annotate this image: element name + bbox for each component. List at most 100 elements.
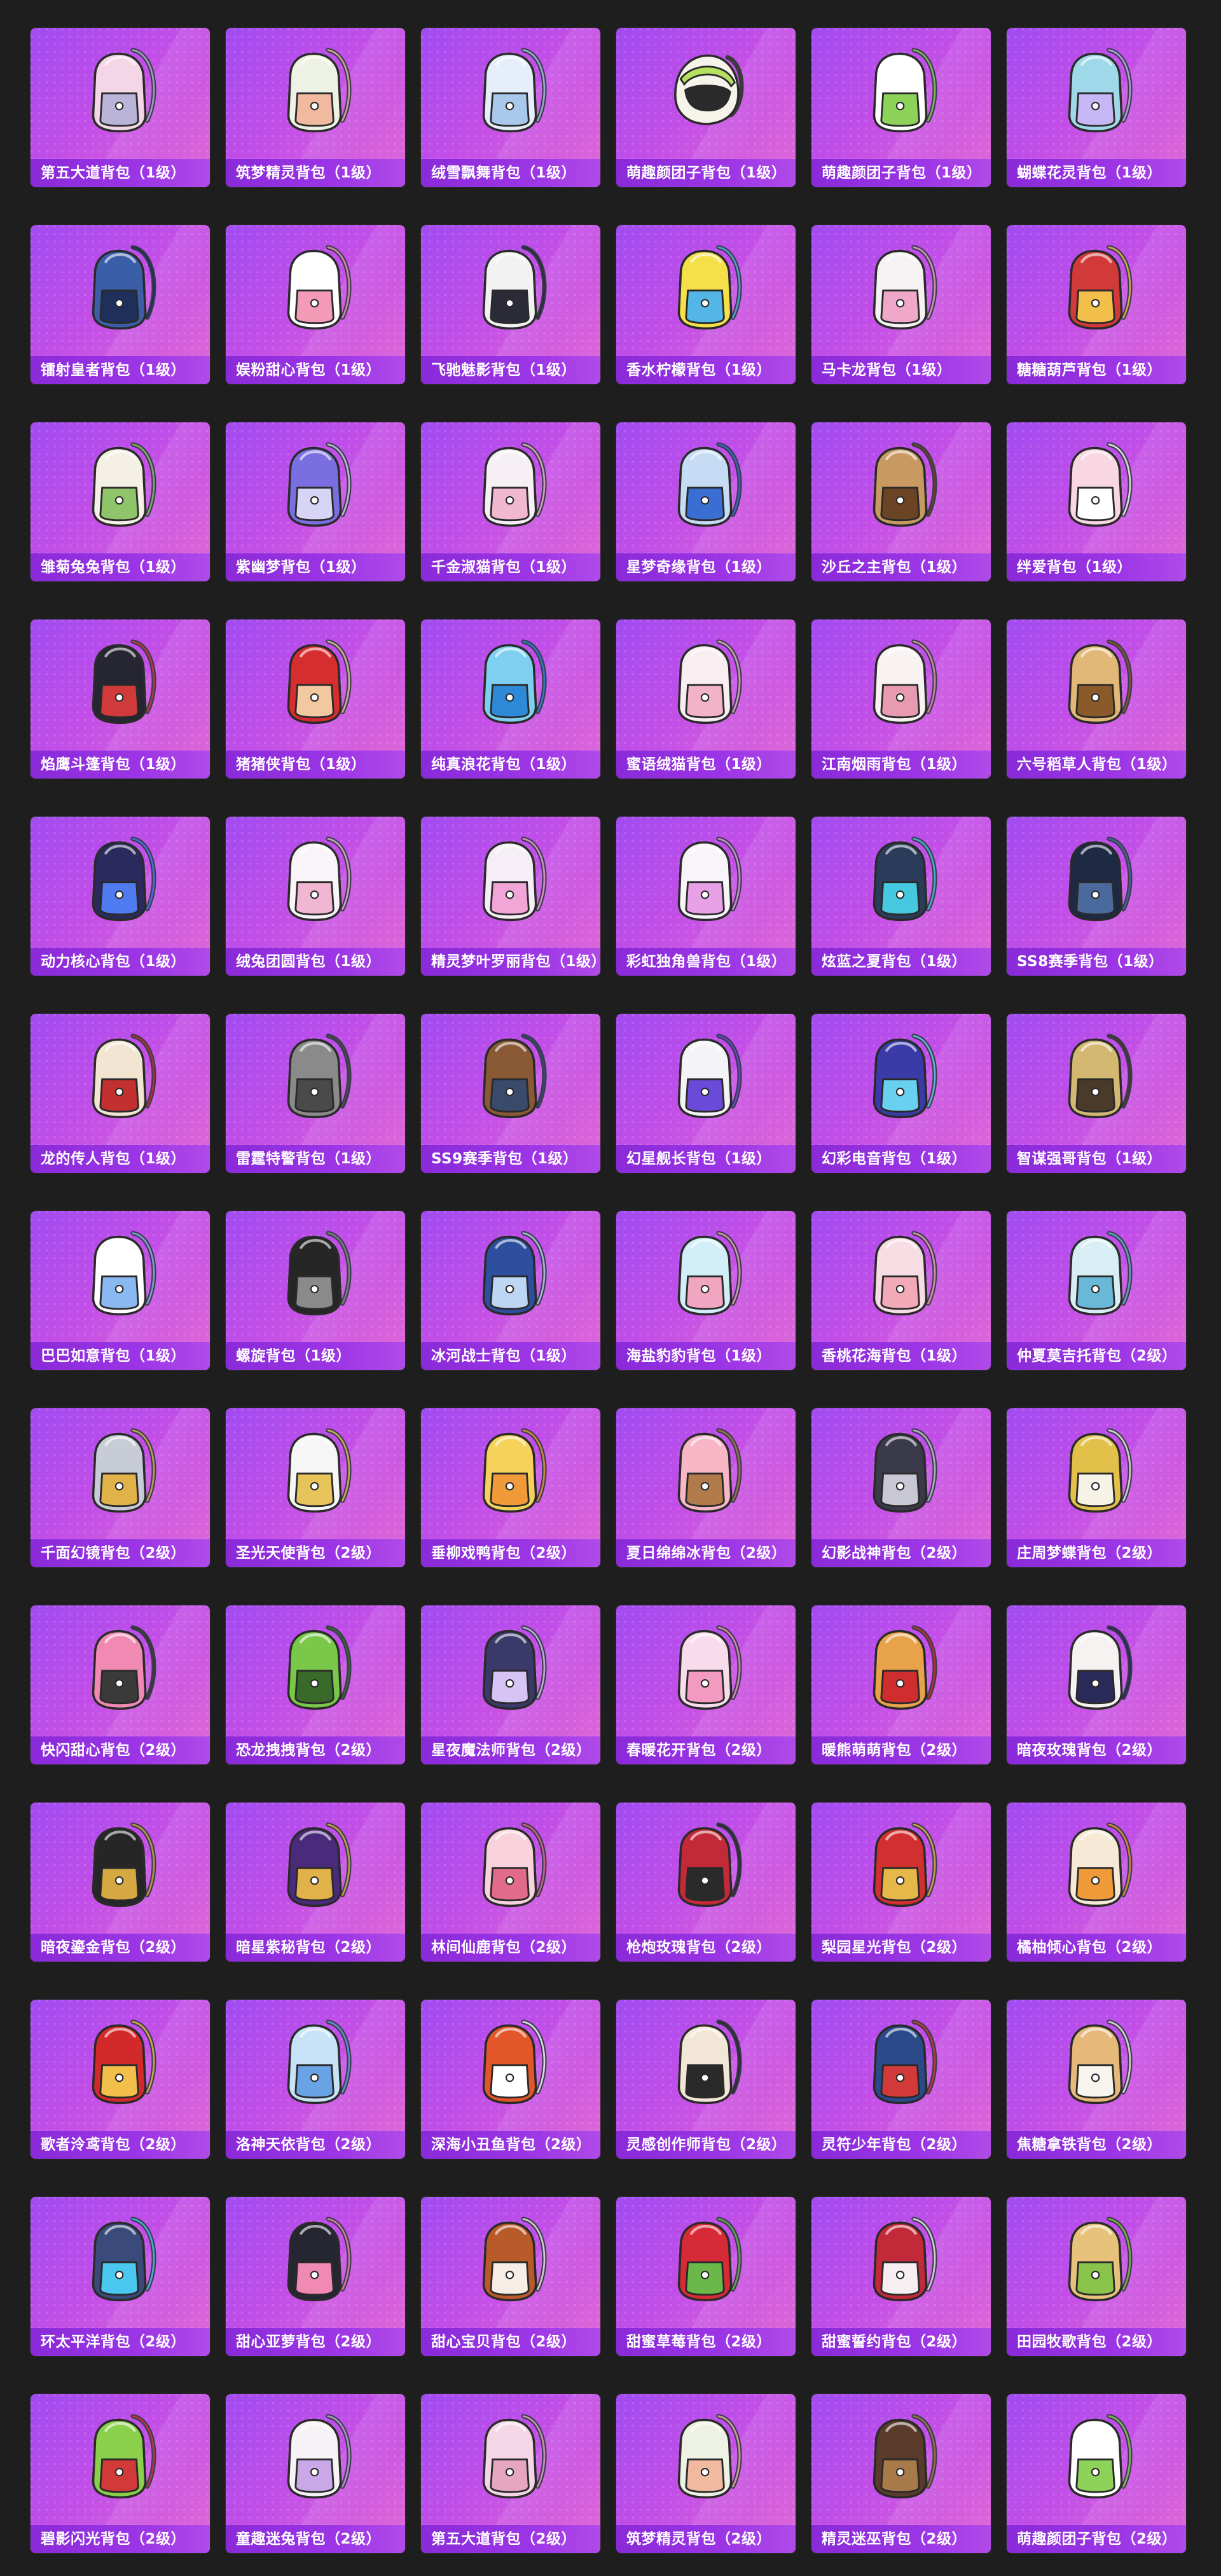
backpack-card[interactable]: 娱粉甜心背包（1级） — [226, 225, 405, 384]
backpack-card[interactable]: 甜蜜誓约背包（2级） — [811, 2197, 991, 2356]
backpack-icon — [92, 639, 156, 724]
backpack-card[interactable]: 暗夜鎏金背包（2级） — [31, 1803, 210, 1962]
backpack-card[interactable]: 绒兔团圆背包（1级） — [226, 817, 405, 976]
backpack-card[interactable]: 夏日绵绵冰背包（2级） — [616, 1408, 796, 1567]
backpack-card[interactable]: 深海小丑鱼背包（2级） — [421, 2000, 600, 2159]
backpack-card[interactable]: 第五大道背包（1级） — [31, 28, 210, 187]
backpack-grid: 第五大道背包（1级） 筑梦精灵背包（1级） 绒雪飘舞背包（1级） 萌趣颜团子背包… — [31, 28, 1186, 2553]
backpack-card[interactable]: 绒雪飘舞背包（1级） — [421, 28, 600, 187]
backpack-icon — [92, 1034, 156, 1119]
backpack-card[interactable]: 橘柚倾心背包（2级） — [1007, 1803, 1186, 1962]
backpack-card[interactable]: 糖糖葫芦背包（1级） — [1007, 225, 1186, 384]
backpack-card[interactable]: 炫蓝之夏背包（1级） — [811, 817, 991, 976]
backpack-card[interactable]: 蝴蝶花灵背包（1级） — [1007, 28, 1186, 187]
backpack-card[interactable]: 圣光天使背包（2级） — [226, 1408, 405, 1567]
backpack-card[interactable]: 暗星紫秘背包（2级） — [226, 1803, 405, 1962]
backpack-card[interactable]: 洛神天依背包（2级） — [226, 2000, 405, 2159]
backpack-card[interactable]: 星夜魔法师背包（2级） — [421, 1605, 600, 1764]
backpack-card[interactable]: SS8赛季背包（1级） — [1007, 817, 1186, 976]
backpack-icon — [873, 1428, 937, 1513]
backpack-card[interactable]: 灵感创作师背包（2级） — [616, 2000, 796, 2159]
backpack-card[interactable]: 精灵迷巫背包（2级） — [811, 2394, 991, 2553]
backpack-card[interactable]: 仲夏莫吉托背包（2级） — [1007, 1211, 1186, 1370]
backpack-card[interactable]: 筑梦精灵背包（2级） — [616, 2394, 796, 2553]
backpack-card[interactable]: 千金淑猫背包（1级） — [421, 422, 600, 581]
backpack-card[interactable]: 海盐豹豹背包（1级） — [616, 1211, 796, 1370]
backpack-card[interactable]: 筑梦精灵背包（1级） — [226, 28, 405, 187]
backpack-card[interactable]: 幻影战神背包（2级） — [811, 1408, 991, 1567]
backpack-card[interactable]: 垂柳戏鸭背包（2级） — [421, 1408, 600, 1567]
backpack-card[interactable]: 甜心亚萝背包（2级） — [226, 2197, 405, 2356]
backpack-card[interactable]: 冰河战士背包（1级） — [421, 1211, 600, 1370]
backpack-card[interactable]: 焦糖拿铁背包（2级） — [1007, 2000, 1186, 2159]
backpack-card[interactable]: 焰鹰斗篷背包（1级） — [31, 620, 210, 779]
backpack-card[interactable]: 千面幻镜背包（2级） — [31, 1408, 210, 1567]
backpack-card[interactable]: 梨园星光背包（2级） — [811, 1803, 991, 1962]
backpack-card[interactable]: 甜蜜草莓背包（2级） — [616, 2197, 796, 2356]
backpack-name: 梨园星光背包（2级） — [811, 1934, 991, 1962]
backpack-card[interactable]: 六号稻草人背包（1级） — [1007, 620, 1186, 779]
backpack-card[interactable]: 智谋强哥背包（1级） — [1007, 1014, 1186, 1173]
backpack-card[interactable]: 江南烟雨背包（1级） — [811, 620, 991, 779]
backpack-card[interactable]: 雏菊兔兔背包（1级） — [31, 422, 210, 581]
backpack-card[interactable]: 精灵梦叶罗丽背包（1级） — [421, 817, 600, 976]
backpack-card[interactable]: 恐龙拽拽背包（2级） — [226, 1605, 405, 1764]
backpack-card[interactable]: 飞驰魅影背包（1级） — [421, 225, 600, 384]
backpack-card[interactable]: 灵符少年背包（2级） — [811, 2000, 991, 2159]
backpack-image — [226, 1809, 405, 1923]
backpack-card[interactable]: 快闪甜心背包（2级） — [31, 1605, 210, 1764]
backpack-card[interactable]: 田园牧歌背包（2级） — [1007, 2197, 1186, 2356]
backpack-card[interactable]: 枪炮玫瑰背包（2级） — [616, 1803, 796, 1962]
backpack-card[interactable]: 纯真浪花背包（1级） — [421, 620, 600, 779]
backpack-card[interactable]: 猪猪侠背包（1级） — [226, 620, 405, 779]
backpack-card[interactable]: 萌趣颜团子背包（1级） — [616, 28, 796, 187]
backpack-icon — [287, 836, 352, 922]
backpack-icon — [287, 1034, 352, 1119]
backpack-card[interactable]: 庄周梦蝶背包（2级） — [1007, 1408, 1186, 1567]
backpack-image — [616, 1809, 796, 1923]
backpack-card[interactable]: 雷霆特警背包（1级） — [226, 1014, 405, 1173]
backpack-image — [31, 2400, 210, 2515]
backpack-card[interactable]: 碧影闪光背包（2级） — [31, 2394, 210, 2553]
backpack-card[interactable]: 林间仙鹿背包（2级） — [421, 1803, 600, 1962]
backpack-card[interactable]: 镭射皇者背包（1级） — [31, 225, 210, 384]
backpack-image — [226, 626, 405, 740]
backpack-card[interactable]: 马卡龙背包（1级） — [811, 225, 991, 384]
backpack-card[interactable]: 香水柠檬背包（1级） — [616, 225, 796, 384]
backpack-card[interactable]: 第五大道背包（2级） — [421, 2394, 600, 2553]
backpack-card[interactable]: 动力核心背包（1级） — [31, 817, 210, 976]
backpack-card[interactable]: 蜜语绒猫背包（1级） — [616, 620, 796, 779]
backpack-image — [31, 1020, 210, 1135]
backpack-card[interactable]: 彩虹独角兽背包（1级） — [616, 817, 796, 976]
backpack-icon — [677, 1822, 742, 1908]
backpack-image — [1007, 1217, 1186, 1332]
backpack-card[interactable]: 萌趣颜团子背包（2级） — [1007, 2394, 1186, 2553]
backpack-name: 幻星舰长背包（1级） — [616, 1145, 796, 1173]
backpack-image — [811, 823, 991, 938]
backpack-card[interactable]: 龙的传人背包（1级） — [31, 1014, 210, 1173]
backpack-card[interactable]: 螺旋背包（1级） — [226, 1211, 405, 1370]
backpack-card[interactable]: 甜心宝贝背包（2级） — [421, 2197, 600, 2356]
backpack-card[interactable]: 幻彩电音背包（1级） — [811, 1014, 991, 1173]
backpack-card[interactable]: 童趣迷兔背包（2级） — [226, 2394, 405, 2553]
backpack-image — [226, 1020, 405, 1135]
backpack-card[interactable]: 暗夜玫瑰背包（2级） — [1007, 1605, 1186, 1764]
backpack-card[interactable]: 春暖花开背包（2级） — [616, 1605, 796, 1764]
backpack-card[interactable]: 绊爱背包（1级） — [1007, 422, 1186, 581]
backpack-card[interactable]: 幻星舰长背包（1级） — [616, 1014, 796, 1173]
backpack-card[interactable]: SS9赛季背包（1级） — [421, 1014, 600, 1173]
backpack-card[interactable]: 萌趣颜团子背包（1级） — [811, 28, 991, 187]
backpack-card[interactable]: 环太平洋背包（2级） — [31, 2197, 210, 2356]
backpack-card[interactable]: 巴巴如意背包（1级） — [31, 1211, 210, 1370]
backpack-icon — [873, 2217, 937, 2302]
backpack-icon — [287, 2217, 352, 2302]
backpack-icon — [873, 1822, 937, 1908]
backpack-card[interactable]: 暖熊萌萌背包（2级） — [811, 1605, 991, 1764]
backpack-name: 第五大道背包（2级） — [421, 2525, 600, 2553]
backpack-card[interactable]: 香桃花海背包（1级） — [811, 1211, 991, 1370]
backpack-name: 田园牧歌背包（2级） — [1007, 2328, 1186, 2356]
backpack-card[interactable]: 紫幽梦背包（1级） — [226, 422, 405, 581]
backpack-card[interactable]: 星梦奇缘背包（1级） — [616, 422, 796, 581]
backpack-card[interactable]: 歌者泠鸢背包（2级） — [31, 2000, 210, 2159]
backpack-card[interactable]: 沙丘之主背包（1级） — [811, 422, 991, 581]
